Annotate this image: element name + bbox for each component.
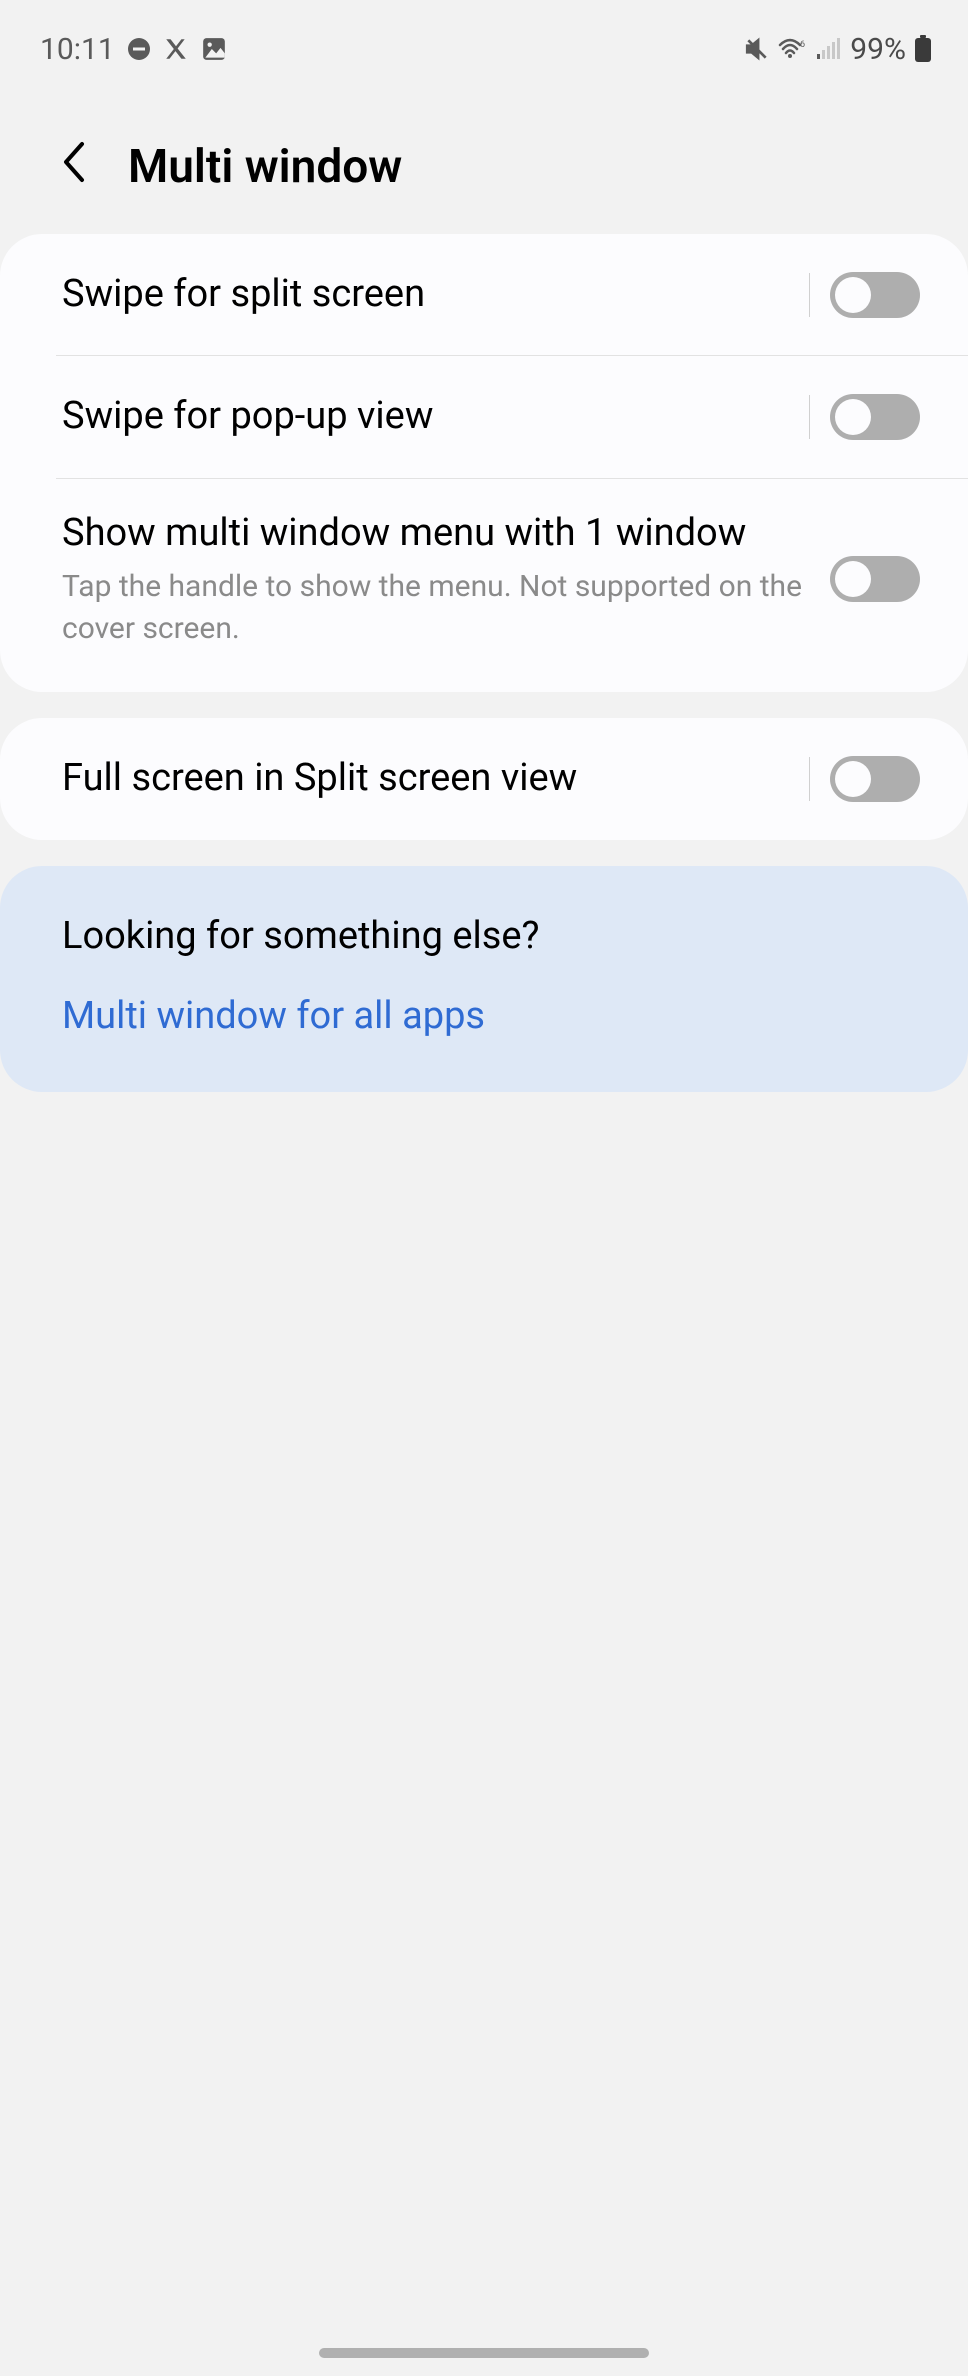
status-bar: 10:11 6 99% <box>0 0 968 80</box>
setting-subtitle: Tap the handle to show the menu. Not sup… <box>62 566 830 650</box>
setting-show-menu[interactable]: Show multi window menu with 1 window Tap… <box>0 479 968 692</box>
toggle-fullscreen-split[interactable] <box>830 756 920 802</box>
toggle-swipe-popup[interactable] <box>830 394 920 440</box>
setting-fullscreen-split[interactable]: Full screen in Split screen view <box>0 718 968 839</box>
back-icon[interactable] <box>60 140 88 194</box>
suggestion-title: Looking for something else? <box>62 914 906 958</box>
x-app-icon <box>163 36 189 62</box>
setting-label: Show multi window menu with 1 window <box>62 509 830 558</box>
suggestion-card: Looking for something else? Multi window… <box>0 866 968 1092</box>
setting-swipe-popup[interactable]: Swipe for pop-up view <box>0 356 968 477</box>
page-header: Multi window <box>0 80 968 234</box>
toggle-swipe-split[interactable] <box>830 272 920 318</box>
setting-label: Swipe for pop-up view <box>62 392 809 441</box>
suggestion-link[interactable]: Multi window for all apps <box>62 994 906 1038</box>
toggle-divider <box>809 395 810 439</box>
toggle-divider <box>809 757 810 801</box>
settings-card-1: Swipe for split screen Swipe for pop-up … <box>0 234 968 692</box>
toggle-show-menu[interactable] <box>830 556 920 602</box>
battery-text: 99% <box>850 32 906 67</box>
dnd-icon <box>127 37 151 61</box>
battery-icon <box>914 35 932 63</box>
toggle-divider <box>809 273 810 317</box>
mute-icon <box>744 36 770 62</box>
picture-icon <box>201 36 227 62</box>
svg-text:6: 6 <box>800 40 805 50</box>
signal-icon <box>816 38 842 60</box>
nav-handle[interactable] <box>319 2348 649 2358</box>
status-right: 6 99% <box>744 32 932 67</box>
status-left: 10:11 <box>40 32 227 67</box>
status-time: 10:11 <box>40 32 115 67</box>
wifi-icon: 6 <box>778 37 808 61</box>
setting-label: Full screen in Split screen view <box>62 754 809 803</box>
setting-label: Swipe for split screen <box>62 270 809 319</box>
page-title: Multi window <box>128 140 402 194</box>
setting-swipe-split[interactable]: Swipe for split screen <box>0 234 968 355</box>
settings-card-2: Full screen in Split screen view <box>0 718 968 839</box>
